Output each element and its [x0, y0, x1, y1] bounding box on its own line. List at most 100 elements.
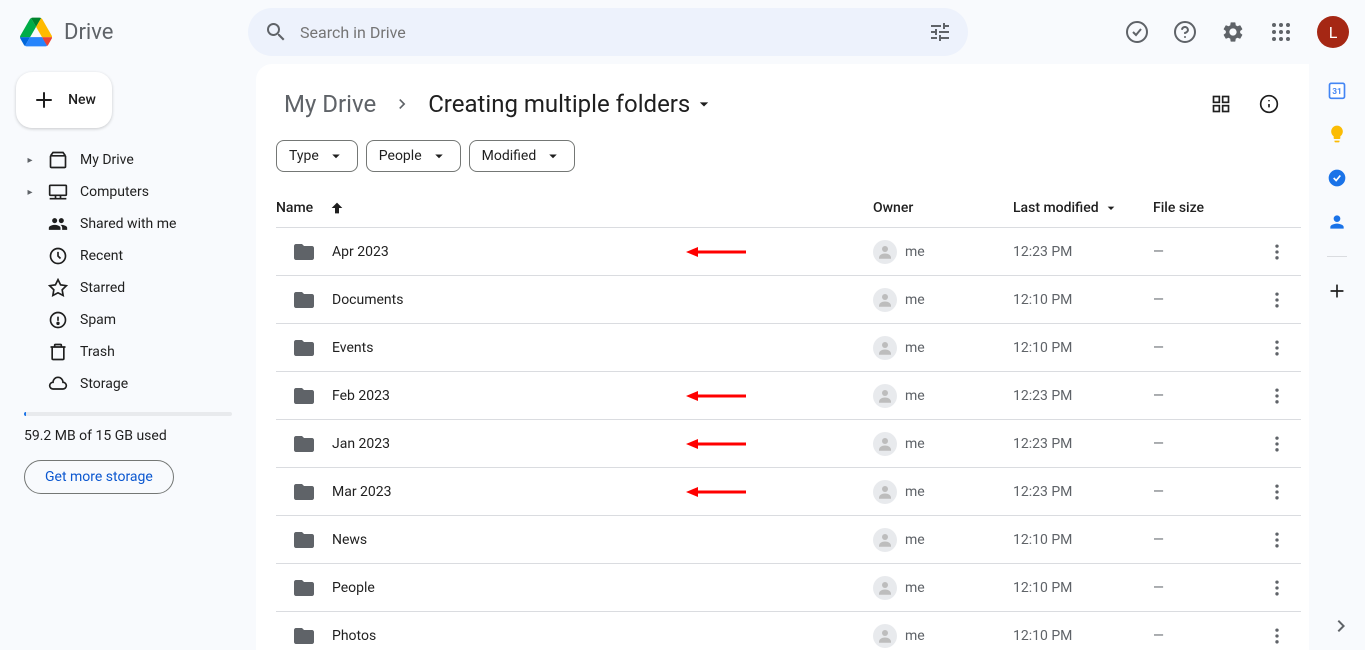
nav-item-starred[interactable]: Starred [16, 272, 240, 304]
row-size-label: — [1153, 484, 1253, 500]
nav-item-shared[interactable]: Shared with me [16, 208, 240, 240]
filter-type[interactable]: Type [276, 140, 358, 172]
help-icon[interactable] [1165, 12, 1205, 52]
row-owner-label: me [905, 292, 925, 308]
more-actions-icon[interactable] [1267, 386, 1287, 406]
row-name-label: Documents [332, 292, 403, 308]
row-modified-label: 12:10 PM [1013, 292, 1153, 308]
search-bar[interactable] [248, 8, 968, 56]
table-header: Name Owner Last modified File size [276, 188, 1301, 228]
col-size-header[interactable]: File size [1153, 200, 1253, 216]
row-size-label: — [1153, 532, 1253, 548]
table-row[interactable]: Documents me 12:10 PM — [276, 276, 1301, 324]
more-actions-icon[interactable] [1267, 530, 1287, 550]
nav-label: Recent [80, 248, 123, 264]
more-actions-icon[interactable] [1267, 626, 1287, 646]
recent-icon [48, 246, 68, 266]
settings-icon[interactable] [1213, 12, 1253, 52]
folder-icon [292, 624, 316, 648]
col-name-header[interactable]: Name [276, 200, 313, 216]
more-actions-icon[interactable] [1267, 578, 1287, 598]
nav-item-recent[interactable]: Recent [16, 240, 240, 272]
more-actions-icon[interactable] [1267, 290, 1287, 310]
nav-item-drive[interactable]: ▸ My Drive [16, 144, 240, 176]
row-modified-label: 12:10 PM [1013, 340, 1153, 356]
filter-people[interactable]: People [366, 140, 461, 172]
sort-arrow-icon[interactable] [329, 200, 345, 216]
account-avatar[interactable]: L [1317, 16, 1349, 48]
table-row[interactable]: Jan 2023 me 12:23 PM — [276, 420, 1301, 468]
row-modified-label: 12:23 PM [1013, 484, 1153, 500]
search-icon [264, 20, 288, 44]
header-actions: L [1117, 12, 1349, 52]
table-row[interactable]: Events me 12:10 PM — [276, 324, 1301, 372]
tasks-icon[interactable] [1327, 168, 1347, 188]
breadcrumb-current[interactable]: Creating multiple folders [420, 86, 722, 122]
row-modified-label: 12:10 PM [1013, 532, 1153, 548]
storage-icon [48, 374, 68, 394]
row-name-label: Apr 2023 [332, 244, 389, 260]
folder-icon [292, 240, 316, 264]
add-on-icon[interactable] [1327, 281, 1347, 301]
annotation-arrow-icon [686, 484, 746, 500]
col-modified-header[interactable]: Last modified [1013, 200, 1153, 216]
nav-item-computers[interactable]: ▸ Computers [16, 176, 240, 208]
row-name-label: Feb 2023 [332, 388, 390, 404]
drive-icon [48, 150, 68, 170]
app-name: Drive [64, 20, 113, 45]
annotation-arrow-icon [686, 436, 746, 452]
trash-icon [48, 342, 68, 362]
search-input[interactable] [300, 23, 916, 42]
file-list: Name Owner Last modified File size Apr 2… [256, 188, 1309, 650]
calendar-icon[interactable]: 31 [1327, 80, 1347, 100]
table-row[interactable]: Photos me 12:10 PM — [276, 612, 1301, 650]
apps-icon[interactable] [1261, 12, 1301, 52]
table-row[interactable]: Feb 2023 me 12:23 PM — [276, 372, 1301, 420]
row-modified-label: 12:10 PM [1013, 628, 1153, 644]
row-owner-label: me [905, 484, 925, 500]
hide-panel-icon[interactable] [1329, 614, 1353, 638]
more-actions-icon[interactable] [1267, 434, 1287, 454]
col-owner-header[interactable]: Owner [873, 200, 1013, 216]
owner-avatar-icon [873, 432, 897, 456]
folder-icon [292, 528, 316, 552]
owner-avatar-icon [873, 288, 897, 312]
dropdown-icon [694, 94, 714, 114]
row-owner-label: me [905, 340, 925, 356]
row-name-label: Jan 2023 [332, 436, 390, 452]
nav-item-spam[interactable]: Spam [16, 304, 240, 336]
row-size-label: — [1153, 580, 1253, 596]
new-button[interactable]: New [16, 72, 112, 128]
more-actions-icon[interactable] [1267, 338, 1287, 358]
table-row[interactable]: News me 12:10 PM — [276, 516, 1301, 564]
breadcrumb-current-label: Creating multiple folders [428, 90, 690, 118]
filter-modified[interactable]: Modified [469, 140, 576, 172]
contacts-icon[interactable] [1327, 212, 1347, 232]
table-row[interactable]: Mar 2023 me 12:23 PM — [276, 468, 1301, 516]
more-actions-icon[interactable] [1267, 242, 1287, 262]
folder-icon [292, 480, 316, 504]
nav-item-trash[interactable]: Trash [16, 336, 240, 368]
main-content: My Drive Creating multiple folders Type P… [256, 64, 1309, 650]
filter-label: People [379, 148, 422, 164]
drive-logo-home[interactable]: Drive [16, 12, 240, 52]
row-size-label: — [1153, 340, 1253, 356]
table-row[interactable]: People me 12:10 PM — [276, 564, 1301, 612]
dropdown-icon [544, 147, 562, 165]
nav-label: Shared with me [80, 216, 176, 232]
owner-avatar-icon [873, 336, 897, 360]
row-owner-label: me [905, 580, 925, 596]
nav-item-storage[interactable]: Storage [16, 368, 240, 400]
info-icon[interactable] [1249, 84, 1289, 124]
get-storage-button[interactable]: Get more storage [24, 460, 174, 494]
table-row[interactable]: Apr 2023 me 12:23 PM — [276, 228, 1301, 276]
row-size-label: — [1153, 436, 1253, 452]
keep-icon[interactable] [1327, 124, 1347, 144]
offline-ready-icon[interactable] [1117, 12, 1157, 52]
grid-view-icon[interactable] [1201, 84, 1241, 124]
more-actions-icon[interactable] [1267, 482, 1287, 502]
breadcrumb: My Drive Creating multiple folders [276, 86, 722, 122]
owner-avatar-icon [873, 528, 897, 552]
breadcrumb-root[interactable]: My Drive [276, 86, 384, 122]
tune-icon[interactable] [928, 20, 952, 44]
